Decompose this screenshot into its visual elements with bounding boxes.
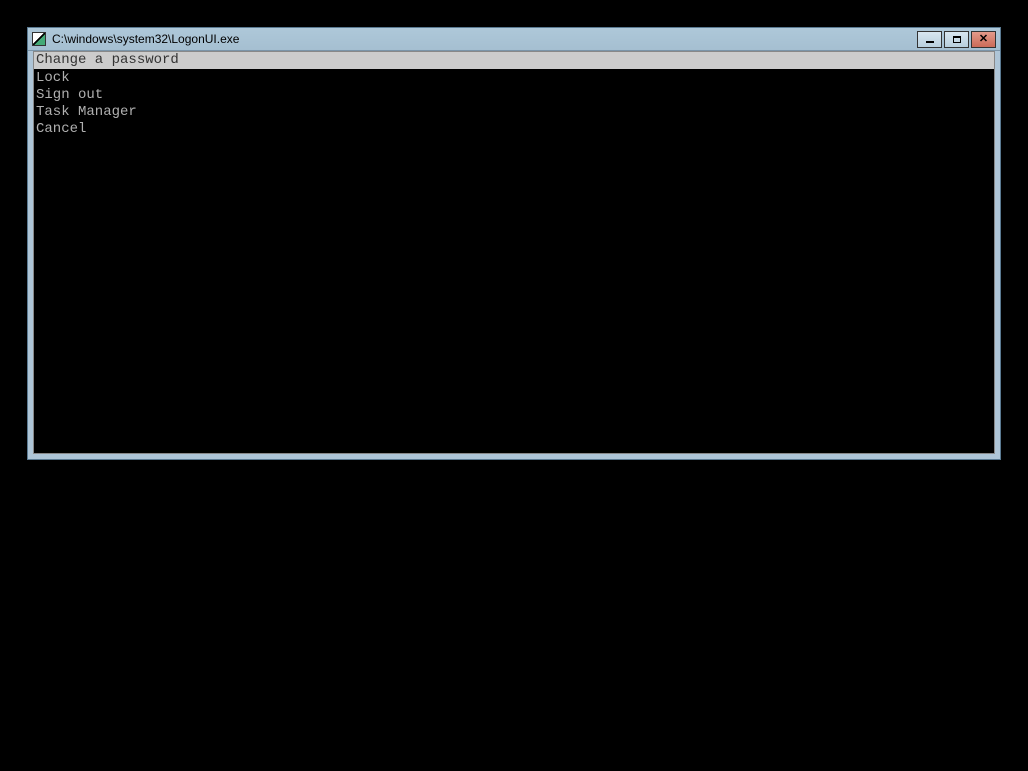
titlebar-buttons: ✕ xyxy=(917,31,996,48)
menu-item-cancel[interactable]: Cancel xyxy=(36,121,992,138)
console-body[interactable]: Lock Sign out Task Manager Cancel xyxy=(33,69,995,454)
maximize-icon xyxy=(953,36,961,43)
menu-item-signout[interactable]: Sign out xyxy=(36,87,992,104)
close-button[interactable]: ✕ xyxy=(971,31,996,48)
content-area: Change a password Lock Sign out Task Man… xyxy=(33,51,995,454)
window-title: C:\windows\system32\LogonUI.exe xyxy=(52,32,917,46)
menu-item-selected[interactable]: Change a password xyxy=(33,51,995,69)
app-icon xyxy=(32,32,46,46)
titlebar[interactable]: C:\windows\system32\LogonUI.exe ✕ xyxy=(28,28,1000,51)
menu-item-task-manager[interactable]: Task Manager xyxy=(36,104,992,121)
maximize-button[interactable] xyxy=(944,31,969,48)
menu-item-lock[interactable]: Lock xyxy=(36,70,992,87)
console-window: C:\windows\system32\LogonUI.exe ✕ Change… xyxy=(27,27,1001,460)
close-icon: ✕ xyxy=(979,34,988,45)
minimize-icon xyxy=(926,41,934,43)
minimize-button[interactable] xyxy=(917,31,942,48)
